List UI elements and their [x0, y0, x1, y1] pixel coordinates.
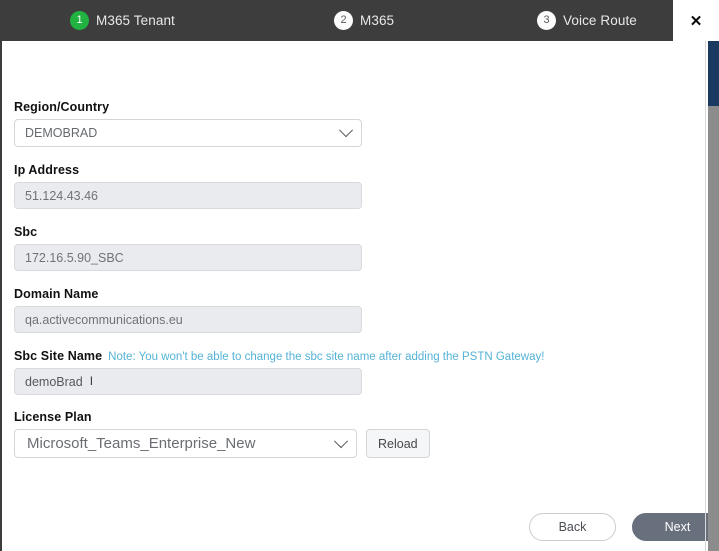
- domain-name-label: Domain Name: [14, 287, 99, 301]
- step-number-badge-1: 1: [70, 11, 89, 30]
- step-number-badge-2: 2: [334, 11, 353, 30]
- field-ip-address: Ip Address 51.124.43.46: [14, 163, 674, 209]
- wizard-steps: 1 M365 Tenant 2 M365 3 Voice Route: [2, 0, 673, 41]
- ip-address-label: Ip Address: [14, 163, 80, 177]
- label-row-license-plan: License Plan: [14, 410, 674, 424]
- vertical-scrollbar-thumb[interactable]: [708, 41, 719, 106]
- m365-tenant-form: Region/Country DEMOBRAD Ip Address 51.12…: [14, 100, 674, 458]
- field-region-country: Region/Country DEMOBRAD: [14, 100, 674, 147]
- step-label-3: Voice Route: [563, 13, 637, 28]
- reload-button[interactable]: Reload: [366, 429, 430, 458]
- license-plan-label: License Plan: [14, 410, 92, 424]
- step-label-2: M365: [360, 13, 395, 28]
- wizard-step-m365-tenant[interactable]: 1 M365 Tenant: [70, 11, 334, 30]
- license-plan-select[interactable]: Microsoft_Teams_Enterprise_New: [14, 429, 357, 458]
- label-row-domain: Domain Name: [14, 287, 674, 301]
- sbc-input[interactable]: 172.16.5.90_SBC: [14, 244, 362, 271]
- license-plan-row: Microsoft_Teams_Enterprise_New Reload: [14, 429, 674, 458]
- ip-address-input[interactable]: 51.124.43.46: [14, 182, 362, 209]
- sbc-site-name-value: demoBrad: [25, 374, 83, 389]
- domain-name-input[interactable]: qa.activecommunications.eu: [14, 306, 362, 333]
- region-country-label: Region/Country: [14, 100, 110, 114]
- label-row-sbc: Sbc: [14, 225, 674, 239]
- field-license-plan: License Plan Microsoft_Teams_Enterprise_…: [14, 410, 674, 458]
- field-sbc-site-name: Sbc Site Name Note: You won't be able to…: [14, 349, 674, 395]
- field-sbc: Sbc 172.16.5.90_SBC: [14, 225, 674, 271]
- back-button[interactable]: Back: [529, 513, 616, 541]
- wizard-step-header: 1 M365 Tenant 2 M365 3 Voice Route ✕: [2, 0, 719, 41]
- sbc-site-name-note: Note: You won't be able to change the sb…: [108, 351, 545, 363]
- chevron-down-icon: [333, 433, 349, 448]
- label-row-ip: Ip Address: [14, 163, 674, 177]
- chevron-down-icon: [338, 123, 354, 138]
- wizard-footer: Back Next: [529, 513, 719, 541]
- field-domain-name: Domain Name qa.activecommunications.eu: [14, 287, 674, 333]
- content-right-divider: [705, 41, 706, 551]
- region-country-select[interactable]: DEMOBRAD: [14, 119, 362, 147]
- sbc-site-name-input[interactable]: demoBrad I: [14, 368, 362, 395]
- sbc-value: 172.16.5.90_SBC: [25, 250, 124, 265]
- label-row-sbc-site-name: Sbc Site Name Note: You won't be able to…: [14, 349, 674, 363]
- vertical-scrollbar-track[interactable]: [708, 41, 719, 551]
- region-country-value: DEMOBRAD: [25, 126, 98, 140]
- wizard-step-voice-route[interactable]: 3 Voice Route: [537, 11, 637, 30]
- close-icon[interactable]: ✕: [673, 0, 719, 41]
- wizard-step-m365[interactable]: 2 M365: [334, 11, 537, 30]
- wizard-body: Region/Country DEMOBRAD Ip Address 51.12…: [2, 41, 719, 551]
- step-label-1: M365 Tenant: [96, 13, 175, 28]
- sbc-site-name-label: Sbc Site Name: [14, 349, 103, 363]
- ip-address-value: 51.124.43.46: [25, 188, 98, 203]
- license-plan-value: Microsoft_Teams_Enterprise_New: [27, 435, 256, 452]
- domain-name-value: qa.activecommunications.eu: [25, 312, 183, 327]
- label-row-region: Region/Country: [14, 100, 674, 114]
- sbc-label: Sbc: [14, 225, 38, 239]
- step-number-badge-3: 3: [537, 11, 556, 30]
- text-cursor-icon: I: [89, 373, 94, 388]
